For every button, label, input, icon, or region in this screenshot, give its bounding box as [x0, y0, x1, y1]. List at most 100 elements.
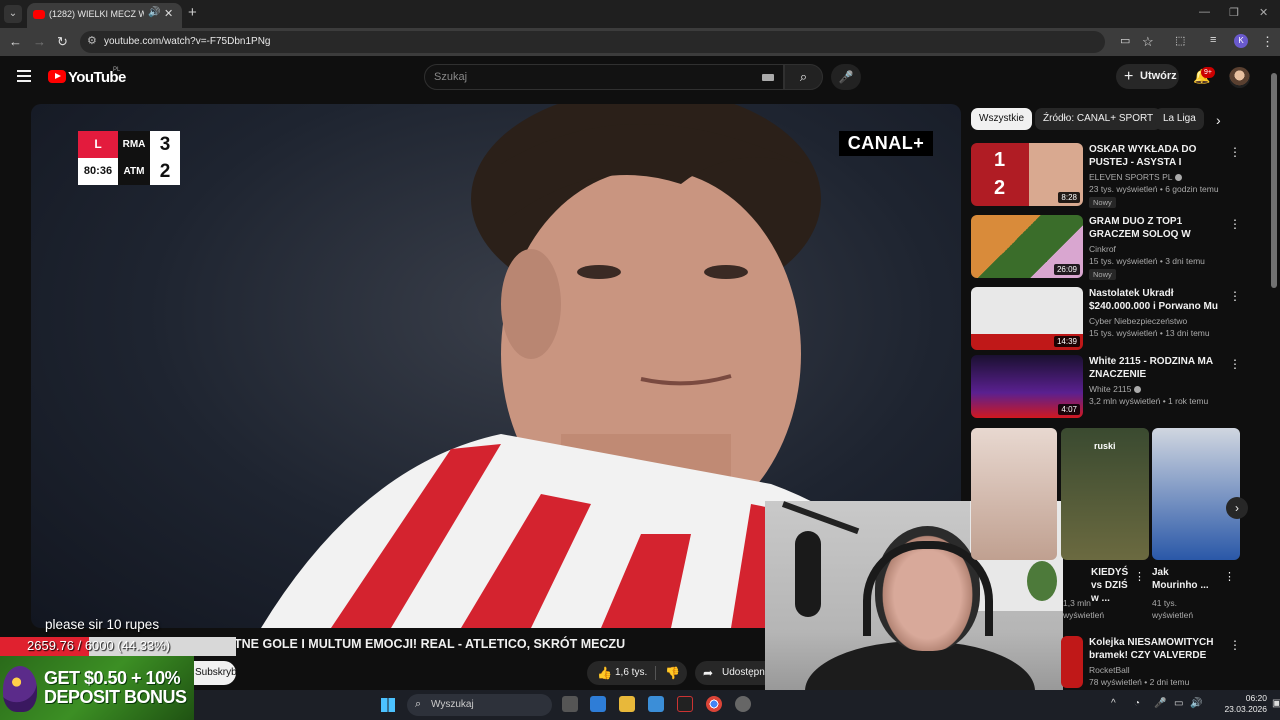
tray-app-icon[interactable]: ◔	[1134, 698, 1140, 709]
chrome-menu-icon[interactable]: ⋮	[1261, 34, 1274, 50]
close-window-icon[interactable]: ✕	[1259, 6, 1268, 19]
video-title[interactable]: Nastolatek Ukradł $240.000.000 i Porwano…	[1089, 287, 1221, 313]
recommendation-item[interactable]: 4:07 White 2115 - RODZINA MA ZNACZENIE W…	[971, 355, 1271, 419]
youtube-header: YouTube PL Szukaj ⌕ 🎤 + Utwórz 🔔 9+	[0, 56, 1280, 98]
short-views: 41 tys. wyświetleń	[1152, 598, 1194, 620]
channel-name[interactable]: ELEVEN SPORTS PL	[1089, 172, 1183, 182]
forward-icon[interactable]: →	[33, 34, 46, 49]
obs-icon[interactable]	[735, 696, 751, 712]
task-view-icon[interactable]	[562, 696, 578, 712]
more-options-icon[interactable]: ⋮	[1229, 217, 1241, 231]
keyboard-icon[interactable]	[762, 74, 774, 81]
chrome-icon[interactable]	[706, 696, 722, 712]
video-thumbnail[interactable]: 1 2 8:28	[971, 143, 1083, 206]
video-title[interactable]: Kolejka NIESAMOWITYCH bramek! CZY VALVER…	[1089, 636, 1221, 662]
site-info-icon[interactable]: ⚙	[87, 34, 97, 47]
chat-overlay-message: please sir 10 rupes	[45, 617, 160, 632]
recommendation-item[interactable]: Kolejka NIESAMOWITYCH bramek! CZY VALVER…	[971, 636, 1271, 690]
video-thumbnail[interactable]: 14:39	[971, 287, 1083, 350]
search-button[interactable]: ⌕	[784, 64, 823, 90]
like-count[interactable]: 1,6 tys.	[615, 661, 647, 685]
tab-close-icon[interactable]: ✕	[164, 7, 173, 20]
mascot-icon	[3, 666, 37, 712]
more-options-icon[interactable]: ⋮	[1229, 638, 1241, 652]
short-title[interactable]: Jak Mourinho ...	[1152, 566, 1210, 592]
menu-icon[interactable]	[17, 70, 31, 82]
reading-list-icon[interactable]: ≡	[1210, 34, 1216, 46]
share-button[interactable]: ➦ Udostępnij	[695, 661, 775, 685]
tray-mic-icon[interactable]: 🎤	[1154, 698, 1166, 709]
more-options-icon[interactable]: ⋮	[1229, 145, 1241, 159]
address-bar[interactable]: ⚙ youtube.com/watch?v=-F75Dbn1PNg	[80, 31, 1105, 53]
recommendation-item[interactable]: 26:09 GRAM DUO Z TOP1 GRACZEM SOLOQ W PO…	[971, 215, 1271, 280]
chip-all[interactable]: Wszystkie	[971, 108, 1032, 130]
channel-name[interactable]: Cyber Niebezpieczeństwo	[1089, 316, 1187, 326]
tray-chevron-icon[interactable]: ^	[1111, 698, 1116, 709]
video-thumbnail[interactable]: 26:09	[971, 215, 1083, 278]
video-title[interactable]: White 2115 - RODZINA MA ZNACZENIE	[1089, 355, 1221, 381]
chevron-right-icon[interactable]: ›	[1226, 497, 1248, 519]
thumbs-down-icon[interactable]: 👎	[665, 661, 680, 685]
edge-icon[interactable]	[590, 696, 606, 712]
channel-name[interactable]: RocketBall	[1089, 665, 1130, 675]
thumbs-up-icon[interactable]: 👍	[597, 661, 612, 685]
account-avatar[interactable]	[1229, 67, 1250, 88]
more-options-icon[interactable]: ⋮	[1224, 570, 1235, 583]
recommendation-item[interactable]: 1 2 8:28 OSKAR WYKŁADA DO PUSTEJ - ASYST…	[971, 143, 1271, 208]
more-options-icon[interactable]: ⋮	[1229, 357, 1241, 371]
recommendation-item[interactable]: 14:39 Nastolatek Ukradł $240.000.000 i P…	[971, 287, 1271, 351]
clock[interactable]: 06:20 23.03.2026	[1223, 693, 1267, 715]
store-icon[interactable]	[648, 696, 664, 712]
thumb-score-away: 2	[994, 177, 1006, 199]
video-thumbnail[interactable]: 4:07	[971, 355, 1083, 418]
back-icon[interactable]: ←	[9, 34, 22, 49]
channel-name[interactable]: Cinkrof	[1089, 244, 1116, 254]
chip-laliga[interactable]: La Liga	[1155, 108, 1204, 130]
search-input[interactable]: Szukaj	[424, 64, 784, 90]
shorts-shelf: KIEDYŚ vs DZIŚ w ... 1,3 mln wyświetleń …	[971, 428, 1271, 628]
taskbar-search[interactable]: ⌕ Wyszukaj	[407, 694, 552, 716]
new-tab-icon[interactable]: +	[188, 4, 197, 21]
short-thumbnail[interactable]	[971, 428, 1057, 560]
notifications-icon[interactable]: ▣	[1272, 698, 1280, 709]
short-thumbnail[interactable]	[1152, 428, 1240, 560]
cast-icon[interactable]: ▭	[1120, 34, 1130, 47]
tab-audio-icon[interactable]: 🔊	[148, 7, 160, 18]
youtube-logo-icon[interactable]	[48, 70, 66, 83]
browser-tab[interactable]: (1282) WIELKI MECZ W MA 🔊 ✕	[27, 3, 182, 28]
network-icon[interactable]: ▭	[1174, 698, 1183, 709]
create-button[interactable]: + Utwórz	[1116, 64, 1179, 89]
file-explorer-icon[interactable]	[619, 696, 635, 712]
channel-name[interactable]: White 2115	[1089, 384, 1142, 394]
video-title[interactable]: GRAM DUO Z TOP1 GRACZEM SOLOQ W POLSCE	[1089, 215, 1221, 241]
volume-icon[interactable]: 🔊	[1190, 698, 1202, 709]
profile-avatar-icon[interactable]: K	[1234, 34, 1248, 48]
reload-icon[interactable]: ↻	[57, 34, 68, 50]
more-options-icon[interactable]: ⋮	[1229, 289, 1241, 303]
video-thumbnail[interactable]	[1061, 636, 1083, 688]
chip-source[interactable]: Źródło: CANAL+ SPORT	[1035, 108, 1162, 130]
restore-icon[interactable]: ❐	[1229, 6, 1239, 19]
canal-plus-logo: CANAL+	[839, 131, 933, 156]
voice-search-button[interactable]: 🎤	[831, 64, 861, 90]
away-team: ATM	[118, 158, 150, 185]
windows-start-icon[interactable]	[381, 698, 395, 712]
create-label: Utwórz	[1140, 70, 1177, 82]
player-eye-right	[704, 265, 748, 279]
video-title[interactable]: OSKAR WYKŁADA DO PUSTEJ - ASYSTA I BARDZ…	[1089, 143, 1221, 169]
app-icon[interactable]	[677, 696, 693, 712]
more-options-icon[interactable]: ⋮	[1134, 570, 1145, 583]
page-scrollbar[interactable]	[1271, 73, 1277, 288]
match-clock: 80:36	[78, 158, 118, 185]
minimize-icon[interactable]: —	[1199, 6, 1210, 18]
donation-goal-bar: 2659.76 / 6000 (44.33%)	[0, 637, 236, 656]
extensions-icon[interactable]: ⬚	[1175, 34, 1185, 47]
thumb-score-home: 1	[994, 149, 1006, 171]
player-ear	[501, 249, 561, 359]
subscribe-button[interactable]: Subskrybuj	[193, 661, 236, 685]
chevron-right-icon[interactable]: ›	[1216, 112, 1221, 128]
tab-search-icon[interactable]: ⌄	[4, 5, 22, 23]
ad-headline: GET $0.50 + 10%	[44, 668, 181, 688]
bookmark-star-icon[interactable]: ☆	[1142, 34, 1154, 50]
verified-icon	[1175, 174, 1183, 182]
